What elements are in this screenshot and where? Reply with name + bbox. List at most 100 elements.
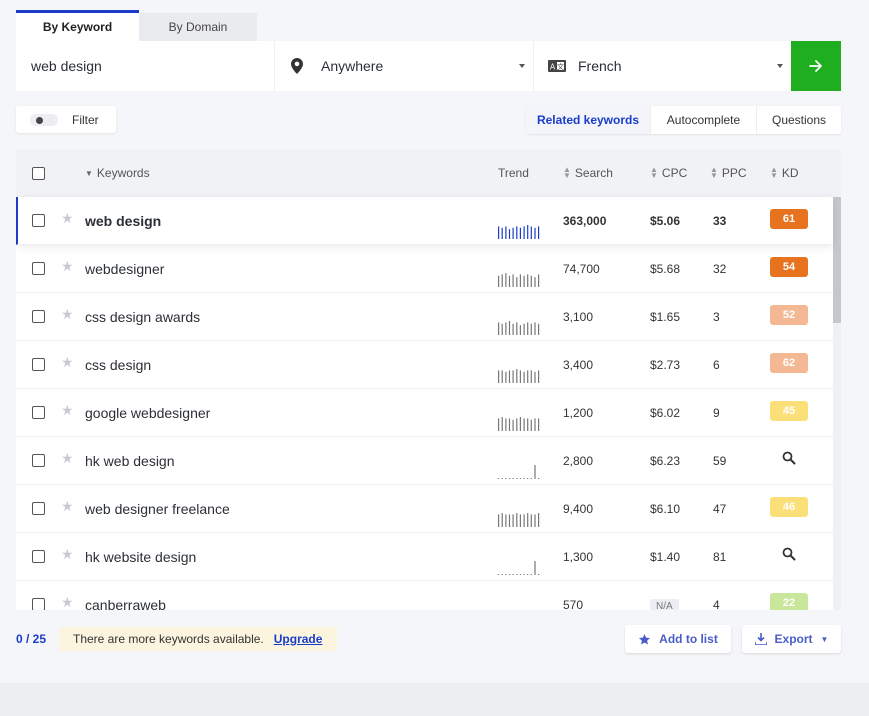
table-row[interactable]: ★ web design 363,000 $5.06 33 61	[16, 197, 833, 245]
table-row[interactable]: ★ css design awards 3,100 $1.65 3 52	[16, 293, 833, 341]
trend-bar	[530, 478, 532, 479]
trend-bar	[501, 370, 503, 383]
trend-bar	[508, 478, 511, 479]
star-icon[interactable]: ★	[61, 402, 74, 419]
row-checkbox[interactable]	[32, 358, 45, 371]
search-go-button[interactable]	[791, 41, 841, 91]
trend-bar	[527, 418, 529, 431]
row-checkbox[interactable]	[32, 454, 45, 467]
trend-bar	[498, 418, 500, 431]
language-select[interactable]: A 文 French	[533, 41, 791, 91]
export-button[interactable]: Export ▼	[742, 625, 841, 653]
row-checkbox[interactable]	[32, 502, 45, 515]
trend-bar	[519, 574, 521, 575]
na-badge: N/A	[650, 599, 679, 610]
sort-icon: ▲ ▼	[563, 165, 571, 180]
row-checkbox[interactable]	[32, 550, 45, 563]
keyword-text[interactable]: hk website design	[85, 549, 196, 565]
table-row[interactable]: ★ hk website design 1,300 $1.40 81	[16, 533, 833, 581]
sort-icon: ▲ ▼	[710, 165, 718, 180]
star-icon[interactable]: ★	[61, 594, 74, 610]
row-checkbox[interactable]	[32, 406, 45, 419]
trend-bar	[538, 370, 540, 383]
keyword-text[interactable]: canberraweb	[85, 597, 166, 610]
column-search[interactable]: ▲ ▼ Search	[563, 165, 613, 181]
tab-autocomplete[interactable]: Autocomplete	[651, 106, 757, 134]
table-row[interactable]: ★ canberraweb 570 N/A 4 22	[16, 581, 833, 610]
trend-bar	[498, 478, 500, 479]
tab-by-domain[interactable]: By Domain	[139, 13, 257, 41]
table-row[interactable]: ★ css design 3,400 $2.73 6 62	[16, 341, 833, 389]
location-select[interactable]: Anywhere	[274, 41, 533, 91]
search-icon[interactable]	[782, 547, 796, 561]
trend-bar	[498, 226, 500, 239]
search-value: 2,800	[563, 454, 594, 468]
trend-bar	[534, 561, 536, 575]
row-checkbox[interactable]	[32, 214, 45, 227]
trend-bar	[516, 277, 518, 287]
keyword-text[interactable]: css design awards	[85, 309, 200, 325]
trend-bar	[534, 227, 536, 239]
column-ppc[interactable]: ▲ ▼ PPC	[710, 165, 747, 181]
table-row[interactable]: ★ google webdesigner 1,200 $6.02 9 45	[16, 389, 833, 437]
keyword-source-tabs: Related keywords Autocomplete Questions	[526, 106, 841, 134]
table-row[interactable]: ★ webdesigner 74,700 $5.68 32 54	[16, 245, 833, 293]
scrollbar-thumb[interactable]	[833, 197, 841, 323]
trend-bar	[538, 226, 540, 239]
search-icon[interactable]	[782, 451, 796, 465]
filter-toggle-button[interactable]: Filter	[16, 106, 116, 133]
tab-related-keywords[interactable]: Related keywords	[526, 106, 651, 134]
column-cpc[interactable]: ▲ ▼ CPC	[650, 166, 687, 181]
trend-bar	[519, 514, 521, 527]
keyword-text[interactable]: webdesigner	[85, 261, 164, 277]
trend-bar	[523, 323, 525, 335]
star-icon[interactable]: ★	[61, 354, 74, 371]
star-icon[interactable]: ★	[61, 210, 74, 227]
ppc-value: 59	[713, 454, 727, 468]
star-icon[interactable]: ★	[61, 546, 74, 563]
add-to-list-button[interactable]: Add to list	[625, 625, 731, 653]
keyword-input[interactable]	[16, 41, 274, 91]
trend-bar	[538, 574, 540, 575]
table-row[interactable]: ★ hk web design 2,800 $6.23 59	[16, 437, 833, 485]
trend-bar	[498, 514, 500, 527]
star-icon[interactable]: ★	[61, 450, 74, 467]
tab-by-keyword[interactable]: By Keyword	[16, 10, 139, 41]
table-scrollbar[interactable]	[833, 197, 841, 610]
tab-questions[interactable]: Questions	[757, 106, 841, 134]
keyword-text[interactable]: web designer freelance	[85, 501, 230, 517]
location-label: Anywhere	[321, 58, 384, 74]
filter-toggle-switch[interactable]	[30, 113, 58, 126]
trend-bar	[516, 513, 518, 527]
column-keywords[interactable]: ▼ Keywords	[85, 166, 150, 180]
column-keywords-label: Keywords	[96, 166, 150, 180]
upgrade-link[interactable]: Upgrade	[274, 632, 323, 646]
cpc-value: $1.65	[650, 310, 681, 324]
column-kd[interactable]: ▲ ▼ KD	[770, 166, 799, 181]
keyword-text[interactable]: web design	[85, 213, 161, 229]
kd-badge: 45	[770, 401, 808, 421]
star-icon[interactable]: ★	[61, 258, 74, 275]
search-value: 1,300	[563, 550, 594, 564]
search-value: 74,700	[563, 262, 600, 276]
keyword-text[interactable]: css design	[85, 357, 151, 373]
trend-sparkline	[498, 369, 540, 383]
kd-badge: 54	[770, 257, 808, 277]
keyword-text[interactable]: google webdesigner	[85, 405, 210, 421]
trend-bar	[501, 574, 503, 575]
star-icon[interactable]: ★	[61, 306, 74, 323]
select-all-checkbox[interactable]	[32, 167, 45, 180]
star-icon[interactable]: ★	[61, 498, 74, 515]
add-to-list-label: Add to list	[659, 632, 718, 646]
trend-sparkline	[498, 273, 540, 287]
trend-bar	[501, 227, 503, 239]
row-checkbox[interactable]	[32, 310, 45, 323]
table-row[interactable]: ★ web designer freelance 9,400 $6.10 47 46	[16, 485, 833, 533]
ppc-value: 3	[713, 310, 720, 324]
keyword-text[interactable]: hk web design	[85, 453, 175, 469]
row-checkbox[interactable]	[32, 262, 45, 275]
trend-bar	[501, 323, 503, 335]
trend-bar	[530, 323, 532, 335]
row-checkbox[interactable]	[32, 598, 45, 610]
trend-bar	[512, 370, 514, 383]
